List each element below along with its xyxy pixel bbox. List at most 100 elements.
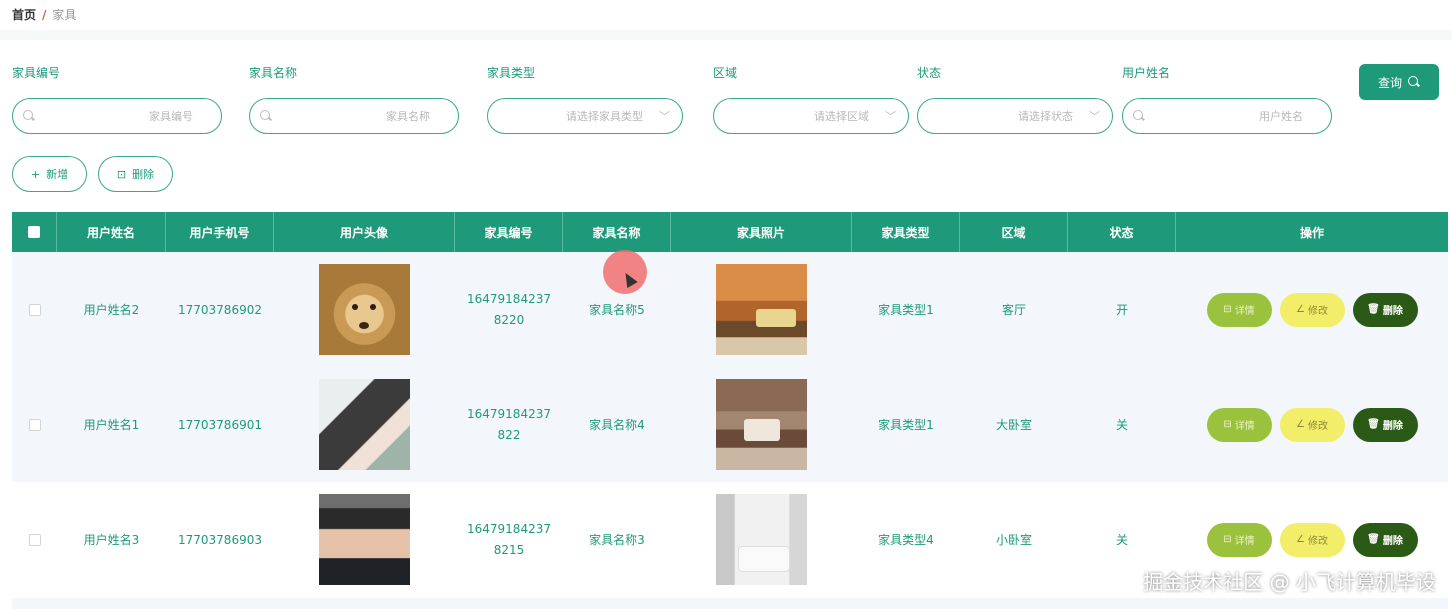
furniture-type-label: 家具类型 (487, 66, 536, 80)
add-button[interactable]: + 新增 (12, 156, 87, 192)
row-checkbox[interactable] (28, 418, 41, 431)
header-furniture-type[interactable]: 家具类型 (852, 212, 960, 252)
furniture-type-filter: 家具类型 请选择家具类型 ﹀ (487, 64, 683, 134)
detail-label: 详情 (1234, 536, 1255, 547)
area-filter: 区域 请选择区域 ﹀ (713, 64, 909, 134)
header-actions: 操作 (1299, 225, 1324, 240)
row-checkbox[interactable] (28, 303, 41, 316)
furniture-name-label: 家具名称 (249, 66, 298, 80)
edit-label: 修改 (1307, 536, 1328, 547)
add-label: 新增 (46, 168, 69, 181)
table-row: 用户姓名2 17703786902 164791842378220 家具名称5 … (12, 252, 1448, 367)
user-name-input[interactable]: 用户姓名 (1122, 98, 1332, 134)
area-placeholder: 请选择区域 (814, 110, 869, 123)
avatar[interactable] (319, 494, 410, 585)
edit-button[interactable]: ∠ 修改 (1279, 522, 1345, 557)
furniture-name-placeholder: 家具名称 (386, 110, 430, 123)
search-icon (260, 110, 272, 122)
cell-area: 客厅 (1001, 303, 1026, 317)
furniture-no-text: 164791842378220 (467, 291, 551, 327)
edit-icon: ∠ (1296, 419, 1305, 430)
area-label: 区域 (713, 66, 738, 80)
furniture-no-placeholder: 家具编号 (149, 110, 193, 123)
furniture-no-filter: 家具编号 家具编号 (12, 64, 222, 134)
header-user-name[interactable]: 用户姓名 (57, 212, 166, 252)
detail-label: 详情 (1234, 421, 1255, 432)
breadcrumb-home[interactable]: 首页 (12, 6, 36, 23)
chevron-down-icon: ﹀ (885, 110, 896, 123)
furniture-no-text: 16479184237822 (467, 406, 551, 442)
detail-icon: ⊟ (1223, 304, 1232, 315)
edit-label: 修改 (1307, 306, 1328, 317)
delete-button[interactable]: 🗑 删除 (1352, 522, 1418, 557)
trash-icon: ⊡ (116, 167, 127, 181)
detail-button[interactable]: ⊟ 详情 (1206, 407, 1272, 442)
row-check-cell (12, 482, 57, 597)
batch-delete-button[interactable]: ⊡ 删除 (98, 156, 173, 192)
furniture-no-label: 家具编号 (12, 66, 61, 80)
detail-label: 详情 (1234, 306, 1255, 317)
plus-icon: + (30, 167, 41, 181)
cell-furniture-no: 164791842378215 (455, 482, 563, 597)
cell-actions: ⊟ 详情 ∠ 修改 🗑 删除 (1176, 252, 1448, 367)
furniture-no-input[interactable]: 家具编号 (12, 98, 222, 134)
search-icon (1133, 110, 1145, 122)
header-furniture-name[interactable]: 家具名称 (563, 212, 671, 252)
cell-furniture-photo (671, 482, 852, 597)
chevron-down-icon: ﹀ (1089, 110, 1100, 123)
cell-area: 大卧室 (995, 418, 1032, 432)
breadcrumb-separator: / (42, 7, 47, 22)
avatar[interactable] (319, 264, 410, 355)
furniture-name-input[interactable]: 家具名称 (249, 98, 459, 134)
cell-furniture-type: 家具类型1 (878, 418, 934, 432)
header-furniture-no[interactable]: 家具编号 (455, 212, 563, 252)
cell-status: 关 (1115, 418, 1128, 432)
furniture-photo[interactable] (716, 379, 807, 470)
cell-status: 开 (1115, 303, 1128, 317)
cell-furniture-name: 家具名称3 (589, 533, 645, 547)
header-status[interactable]: 状态 (1068, 212, 1176, 252)
cell-avatar (274, 482, 455, 597)
row-check-cell (12, 367, 57, 482)
cell-phone: 17703786903 (178, 532, 262, 547)
header-phone[interactable]: 用户手机号 (166, 212, 274, 252)
detail-icon: ⊟ (1223, 419, 1232, 430)
header-avatar[interactable]: 用户头像 (274, 212, 455, 252)
query-button[interactable]: 查询 (1359, 64, 1439, 100)
watermark: 掘金技术社区 @ 小飞计算机毕设 (1143, 570, 1436, 594)
chevron-down-icon: ﹀ (659, 110, 670, 123)
detail-button[interactable]: ⊟ 详情 (1206, 522, 1272, 557)
table-row-partial (12, 598, 1448, 609)
delete-button[interactable]: 🗑 删除 (1352, 292, 1418, 327)
trash-icon: 🗑 (1367, 419, 1380, 430)
avatar[interactable] (319, 379, 410, 470)
row-checkbox[interactable] (28, 533, 41, 546)
cell-furniture-type: 家具类型4 (878, 533, 934, 547)
cell-user-name: 用户姓名3 (83, 533, 140, 547)
header-area[interactable]: 区域 (960, 212, 1068, 252)
furniture-photo[interactable] (716, 494, 807, 585)
select-all-checkbox[interactable] (28, 226, 40, 238)
user-name-filter: 用户姓名 用户姓名 (1122, 64, 1332, 134)
detail-button[interactable]: ⊟ 详情 (1206, 292, 1272, 327)
cell-phone: 17703786902 (178, 302, 262, 317)
header-furniture-photo[interactable]: 家具照片 (671, 212, 852, 252)
delete-label: 删除 (132, 168, 155, 181)
query-label: 查询 (1377, 75, 1402, 90)
edit-icon: ∠ (1296, 534, 1305, 545)
edit-button[interactable]: ∠ 修改 (1279, 292, 1345, 327)
detail-icon: ⊟ (1223, 534, 1232, 545)
area-select[interactable]: 请选择区域 ﹀ (713, 98, 909, 134)
cell-furniture-photo (671, 252, 852, 367)
breadcrumb-current: 家具 (52, 8, 77, 22)
furniture-type-select[interactable]: 请选择家具类型 ﹀ (487, 98, 683, 134)
edit-button[interactable]: ∠ 修改 (1279, 407, 1345, 442)
delete-label: 删除 (1382, 421, 1403, 432)
furniture-photo[interactable] (716, 264, 807, 355)
search-icon (1408, 76, 1420, 88)
delete-button[interactable]: 🗑 删除 (1352, 407, 1418, 442)
status-select[interactable]: 请选择状态 ﹀ (917, 98, 1113, 134)
trash-icon: 🗑 (1367, 304, 1380, 315)
cell-user-name: 用户姓名2 (83, 303, 140, 317)
user-name-label: 用户姓名 (1122, 66, 1171, 80)
